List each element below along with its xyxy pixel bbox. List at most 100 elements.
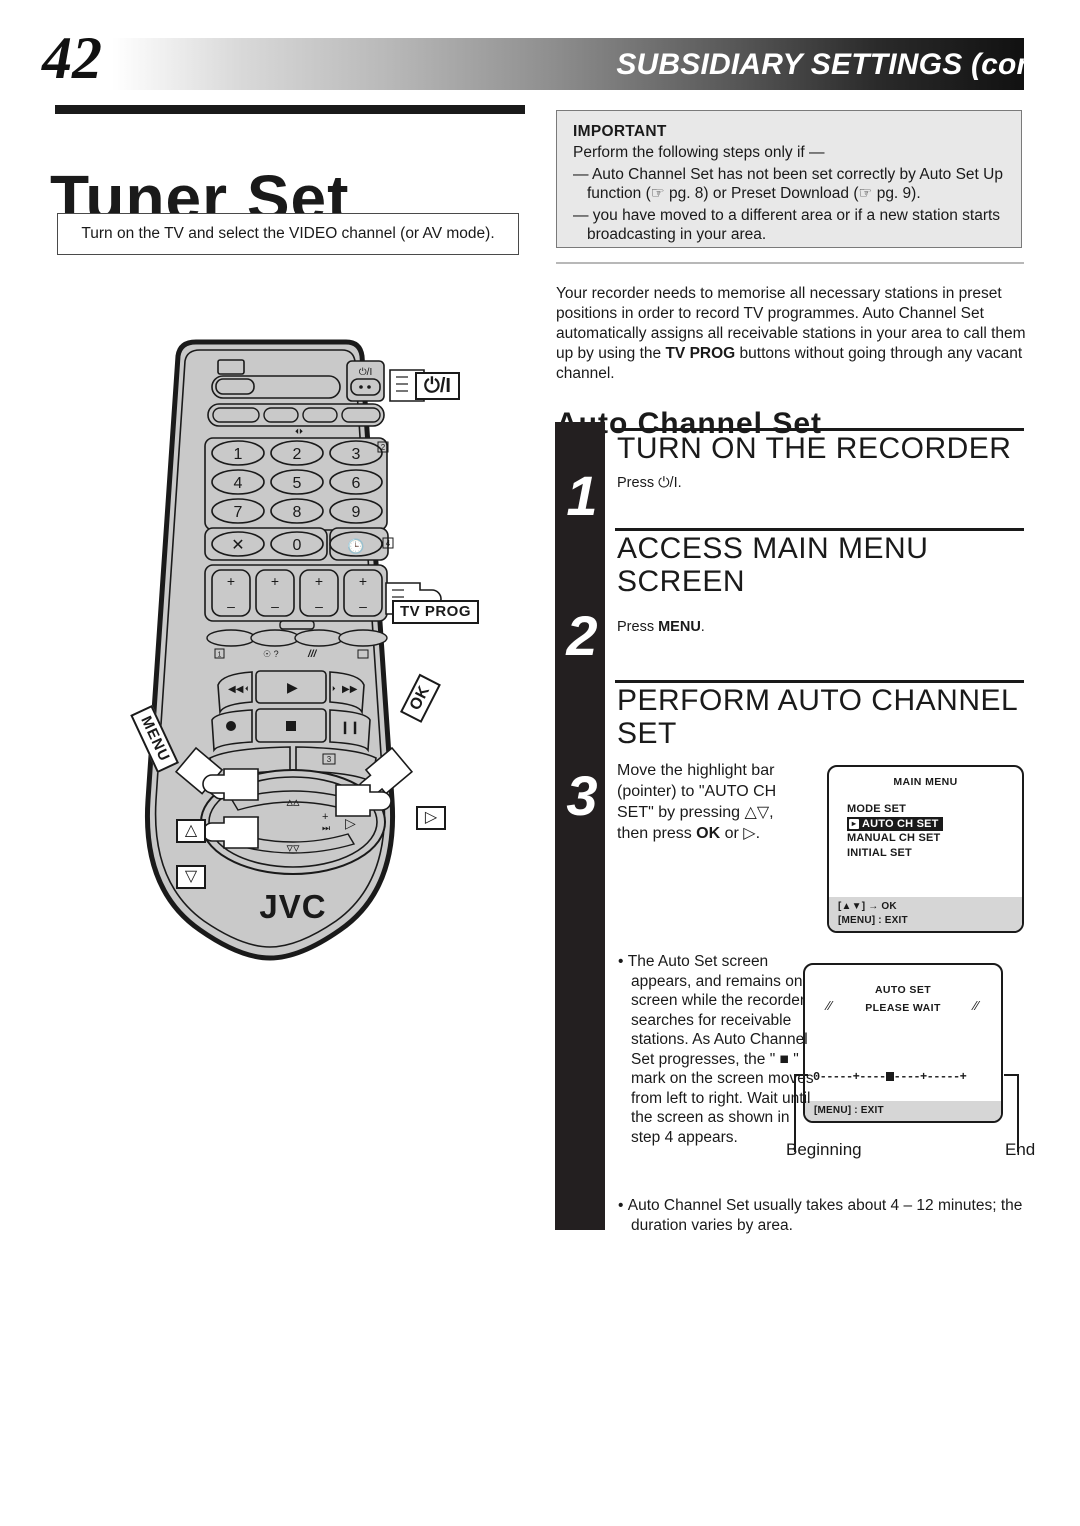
step-number-1: 1 (566, 464, 598, 527)
svg-text:⏭: ⏭ (322, 823, 330, 833)
step-rule-1 (615, 428, 1024, 431)
progress-track: -----+---- (819, 1070, 887, 1084)
important-lead: Perform the following steps only if — (573, 144, 825, 161)
tv-note-text: Turn on the TV and select the VIDEO chan… (81, 225, 495, 242)
sparkle-left-icon: ⁄⁄ (827, 998, 833, 1013)
step-heading-3: PERFORM AUTO CHANNEL SET (617, 684, 1018, 750)
svg-text:–: – (227, 598, 235, 614)
svg-text:3: 3 (327, 755, 332, 764)
svg-text:3: 3 (352, 446, 361, 463)
svg-text:–: – (359, 598, 367, 614)
step-body-2: Press MENU. (617, 619, 705, 635)
step-heading-1: TURN ON THE RECORDER (617, 432, 1012, 465)
osd-item-manual-ch-set: MANUAL CH SET (847, 832, 941, 844)
svg-text:4: 4 (234, 475, 243, 492)
osd-main-title: MAIN MENU (893, 776, 958, 788)
osd-progress-bar: 0-----+---- ----+-----+ (813, 1070, 967, 1084)
title-rule (55, 105, 525, 114)
svg-text:+: + (271, 573, 279, 589)
svg-text:✕: ✕ (231, 537, 244, 554)
svg-text:▵▵: ▵▵ (286, 794, 300, 809)
svg-text:///: /// (307, 649, 318, 660)
svg-text:🕒: 🕒 (347, 538, 364, 555)
important-item-1: — Auto Channel Set has not been set corr… (573, 165, 1003, 203)
osd-auto-status: PLEASE WAIT (865, 1002, 941, 1014)
svg-text:7: 7 (234, 504, 243, 521)
tv-note-box: Turn on the TV and select the VIDEO chan… (57, 213, 519, 255)
page-number: 42 (42, 25, 102, 91)
svg-text:+: + (315, 573, 323, 589)
svg-text:+: + (322, 811, 328, 823)
step-rule-3 (615, 680, 1024, 683)
down-callout-label: ▽ (176, 865, 206, 889)
osd-main-footer-line-1: [▲▼] → OK (838, 901, 897, 912)
svg-text:▶▶: ▶▶ (342, 684, 358, 695)
svg-text:◀◀: ◀◀ (228, 684, 244, 695)
svg-text:+: + (359, 573, 367, 589)
svg-text:❙❙: ❙❙ (340, 720, 360, 735)
pointer-icon: ▸ (849, 818, 859, 829)
svg-text:8: 8 (293, 504, 302, 521)
osd-main-menu: MAIN MENU MODE SET ▸ AUTO CH SET MANUAL C… (827, 765, 1024, 933)
end-leader-horizontal (1004, 1074, 1019, 1076)
important-box: IMPORTANT Perform the following steps on… (556, 110, 1022, 248)
svg-text:0: 0 (293, 537, 302, 554)
svg-text:4: 4 (386, 539, 391, 548)
osd-auto-set: AUTO SET ⁄⁄ PLEASE WAIT ⁄⁄ 0-----+---- --… (803, 963, 1003, 1123)
osd-auto-footer: [MENU] : EXIT (805, 1100, 1001, 1121)
osd-auto-status-row: ⁄⁄ PLEASE WAIT ⁄⁄ (805, 998, 1001, 1014)
svg-text:JVC: JVC (259, 888, 326, 925)
intro-divider (556, 262, 1024, 264)
osd-item-auto-ch-set: ▸ AUTO CH SET (847, 816, 943, 831)
svg-text:☉ ?: ☉ ? (263, 649, 279, 659)
svg-text:2: 2 (293, 446, 302, 463)
svg-text:–: – (315, 598, 323, 614)
step-body-1: Press ⏻/I. (617, 475, 682, 491)
osd-item-auto-ch-set-row: ▸ AUTO CH SET (847, 816, 1022, 831)
bullet-item-2: • Auto Channel Set usually takes about 4… (618, 1197, 1023, 1234)
svg-text:▶: ▶ (287, 679, 298, 695)
up-callout-label: △ (176, 819, 206, 843)
osd-item-initial-set: INITIAL SET (847, 846, 912, 859)
svg-text:⏻/I: ⏻/I (359, 367, 372, 378)
progress-marker (885, 1072, 894, 1081)
svg-text:1: 1 (218, 652, 222, 659)
svg-text:1: 1 (234, 446, 243, 463)
important-item-2: — you have moved to a different area or … (573, 206, 1001, 244)
step-rule-2 (615, 528, 1024, 531)
step-heading-2: ACCESS MAIN MENU SCREEN (617, 532, 929, 598)
svg-text:6: 6 (352, 475, 361, 492)
remote-keypad: 1 2 3 4 5 6 7 8 9 (211, 440, 383, 524)
tv-prog-callout-label: TV PROG (392, 600, 480, 624)
important-heading: IMPORTANT (573, 123, 667, 140)
svg-text:⏴: ⏴ (245, 686, 249, 693)
step-number-2: 2 (566, 604, 598, 667)
sparkle-right-icon: ⁄⁄ (973, 998, 979, 1013)
intro-paragraph: Your recorder needs to memorise all nece… (556, 284, 1026, 382)
label-end: End (1005, 1140, 1036, 1159)
osd-main-footer-line-2: [MENU] : EXIT (838, 914, 908, 926)
bullet-item-1: • The Auto Set screen appears, and remai… (618, 953, 814, 1146)
osd-main-list: MODE SET ▸ AUTO CH SET MANUAL CH SET INIT… (829, 802, 1022, 860)
bullet-text-2: Auto Channel Set usually takes about 4 –… (627, 1197, 1023, 1234)
power-callout-label: ⏻/I (415, 372, 460, 400)
svg-text:⏵: ⏵ (332, 686, 336, 693)
remote-control-diagram: ⏻/I ⏴⏵ 1 2 3 4 5 6 7 8 9 ✕ 0 🕒 2 4 + – +… (0, 330, 540, 1030)
header-title: SUBSIDIARY SETTINGS (cont.) (616, 48, 1064, 81)
osd-auto-title: AUTO SET (874, 984, 932, 996)
svg-text:⏴⏵: ⏴⏵ (295, 427, 303, 436)
svg-text:5: 5 (293, 475, 302, 492)
svg-text:2: 2 (381, 443, 386, 452)
svg-text:▷: ▷ (345, 815, 356, 831)
step-number-3: 3 (566, 764, 598, 827)
power-button: ⏻/I (346, 360, 385, 402)
bullet-text-1: The Auto Set screen appears, and remains… (627, 953, 814, 1146)
svg-text:–: – (271, 598, 279, 614)
svg-text:+: + (227, 573, 235, 589)
step-body-3: Move the highlight bar (pointer) to "AUT… (617, 762, 777, 842)
right-callout-label: ▷ (416, 806, 446, 830)
svg-text:▿▿: ▿▿ (286, 840, 300, 855)
osd-main-footer: [▲▼] → OK [MENU] : EXIT (829, 897, 1022, 931)
osd-item-mode-set: MODE SET (847, 803, 907, 815)
svg-text:9: 9 (352, 504, 361, 521)
